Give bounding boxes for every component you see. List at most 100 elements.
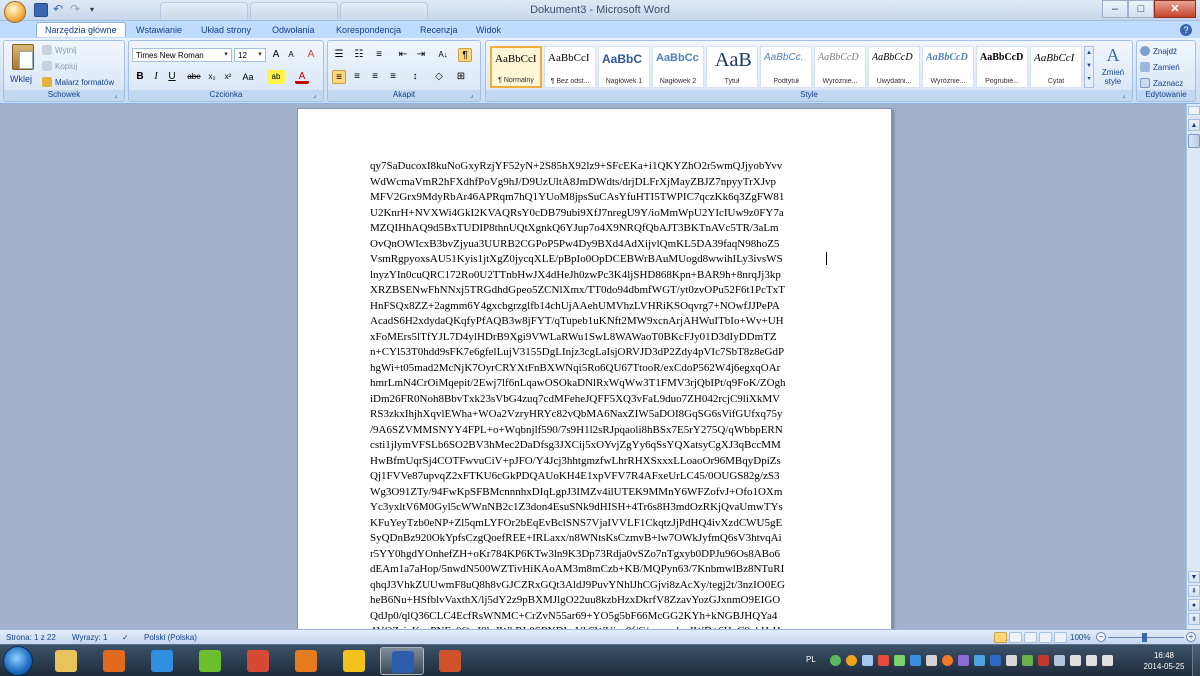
page-count[interactable]: Strona: 1 z 22 bbox=[6, 633, 56, 642]
proofing-icon[interactable]: ✓ bbox=[122, 633, 129, 642]
find-button[interactable]: Znajdź bbox=[1140, 45, 1177, 57]
document-line[interactable]: OvQnOWIcxB3bvZjyua3UURB2CGPoP5Pw4Dy9BXd4… bbox=[370, 237, 825, 253]
tray-icon[interactable] bbox=[878, 655, 889, 666]
style-strong[interactable]: AaBbCcD Pogrubie... bbox=[976, 46, 1028, 88]
cut-button[interactable]: Wytnij bbox=[42, 44, 77, 56]
full-screen-reading-button[interactable] bbox=[1009, 632, 1022, 643]
document-line[interactable]: xFoMErs5lTfYJL7D4ylHDrB9Xgi9VWLaRWu1SwL8… bbox=[370, 330, 825, 346]
shading-button[interactable]: ◇ bbox=[432, 70, 446, 84]
document-line[interactable]: KFuYeyTzb0eNP+Zl5qmLYFOr2bEqEvBclSNS7Vja… bbox=[370, 516, 825, 532]
signal-icon[interactable] bbox=[1054, 655, 1065, 666]
document-line[interactable]: WdWcmaVmR2hFXdhfPoVg9hJ/D9UzUltA8JmDWdts… bbox=[370, 175, 825, 191]
show-desktop-button[interactable] bbox=[1192, 645, 1200, 676]
word-count[interactable]: Wyrazy: 1 bbox=[72, 633, 108, 642]
tray-icon[interactable] bbox=[958, 655, 969, 666]
office-button[interactable] bbox=[4, 1, 26, 23]
chevron-down-icon[interactable]: ▾ bbox=[221, 49, 231, 61]
web-layout-button[interactable] bbox=[1024, 632, 1037, 643]
input-language[interactable]: PL bbox=[806, 655, 816, 664]
taskbar-app-explorer[interactable] bbox=[44, 647, 88, 675]
align-right-button[interactable]: ≡ bbox=[368, 70, 382, 84]
document-line[interactable]: n+CYl53T0hdd9sFK7e6gfelLujV3155DgLInjz3c… bbox=[370, 345, 825, 361]
tray-icon[interactable] bbox=[846, 655, 857, 666]
tray-icon[interactable] bbox=[974, 655, 985, 666]
paste-button[interactable]: Wklej bbox=[10, 74, 32, 84]
next-page-button[interactable]: ⇟ bbox=[1188, 613, 1200, 625]
scroll-up-button[interactable]: ▲ bbox=[1188, 119, 1200, 131]
taskbar-app-chrome[interactable] bbox=[236, 647, 280, 675]
align-left-button[interactable]: ≡ bbox=[332, 70, 346, 84]
zoom-slider-thumb[interactable] bbox=[1142, 633, 1147, 642]
strikethrough-button[interactable]: abe bbox=[185, 70, 203, 84]
style-subtitle[interactable]: AaBbCc. Podtytuł bbox=[760, 46, 812, 88]
dialog-launcher-icon[interactable]: ⌟ bbox=[470, 92, 478, 100]
styles-gallery-scroll[interactable]: ▲ ▼ ▾ bbox=[1084, 46, 1094, 88]
taskbar-app-media-player[interactable] bbox=[92, 647, 136, 675]
language-indicator[interactable]: Polski (Polska) bbox=[144, 633, 197, 642]
italic-button[interactable]: I bbox=[149, 70, 163, 84]
document-line[interactable]: Qj1FVVe87upvqZ2xFTKU6cGkPDQAUoKH4E1xpVFV… bbox=[370, 469, 825, 485]
view-ruler-button[interactable] bbox=[1188, 106, 1200, 115]
style-title[interactable]: AaB Tytuł bbox=[706, 46, 758, 88]
close-button[interactable]: ✕ bbox=[1154, 0, 1196, 18]
clear-formatting-button[interactable]: A bbox=[304, 48, 318, 62]
tray-icon[interactable] bbox=[830, 655, 841, 666]
taskbar-app-gadu[interactable] bbox=[332, 647, 376, 675]
multilevel-list-button[interactable]: ≡ bbox=[372, 48, 386, 62]
minimize-button[interactable]: – bbox=[1102, 0, 1128, 18]
dialog-launcher-icon[interactable]: ⌟ bbox=[114, 92, 122, 100]
clock[interactable]: 16:48 2014-05-25 bbox=[1136, 650, 1192, 672]
tray-icon[interactable] bbox=[894, 655, 905, 666]
style-heading-2[interactable]: AaBbCc Nagłówek 2 bbox=[652, 46, 704, 88]
tray-icon[interactable] bbox=[942, 655, 953, 666]
dialog-launcher-icon[interactable]: ⌟ bbox=[1122, 92, 1130, 100]
document-line[interactable]: hmrLmN4CrOiMqepit/2Ewj7lf6nLqawOSOkaDNlR… bbox=[370, 376, 825, 392]
zoom-out-button[interactable]: − bbox=[1096, 632, 1106, 642]
document-line[interactable]: iDm26FR0Noh8BbvTxk23sVbG4zuq7cdMFeheJQFF… bbox=[370, 392, 825, 408]
font-size-field[interactable]: 12 ▾ bbox=[234, 48, 266, 62]
vertical-scrollbar[interactable]: ▲ ▼ ⇞ ● ⇟ bbox=[1186, 104, 1200, 629]
taskbar-app-utorrent[interactable] bbox=[188, 647, 232, 675]
style-normal[interactable]: AaBbCcI ¶ Normalny bbox=[490, 46, 542, 88]
zoom-in-button[interactable]: + bbox=[1186, 632, 1196, 642]
scroll-thumb[interactable] bbox=[1188, 134, 1200, 148]
document-line[interactable]: MFV2Grx9MdyRbAr46APRqm7hQ1YUoM8jpsSuCAsY… bbox=[370, 190, 825, 206]
show-formatting-marks-button[interactable]: ¶ bbox=[458, 48, 472, 62]
zoom-level[interactable]: 100% bbox=[1070, 633, 1090, 642]
document-line[interactable]: QdJp0/qlQ36CLC4EcfRsWNMC+CrZvN55ar69+YO5… bbox=[370, 609, 825, 625]
document-line[interactable]: XRZBSENwFhNNxj5TRGdhdGpeo5ZCNlXmx/TT0do9… bbox=[370, 283, 825, 299]
sort-button[interactable]: A↓ bbox=[436, 48, 450, 62]
change-styles-button[interactable]: A Zmień style bbox=[1098, 45, 1128, 91]
document-line[interactable]: csti1jlymVFSLb6SO2BV3hMec2DaDfsg3JXCij5x… bbox=[370, 438, 825, 454]
document-page[interactable]: qy7SaDucoxI8kuNoGxyRzjYF52yN+2S85hX92lz9… bbox=[297, 108, 892, 629]
outline-view-button[interactable] bbox=[1039, 632, 1052, 643]
decrease-indent-button[interactable]: ⇤ bbox=[396, 48, 410, 62]
tab-insert[interactable]: Wstawianie bbox=[128, 23, 190, 38]
font-name-field[interactable]: Times New Roman ▾ bbox=[132, 48, 232, 62]
font-color-button[interactable]: A bbox=[295, 70, 309, 84]
document-line[interactable]: Yc3yxltV6M0Gyl5cWWnNB2c1Z3don4EsuSNk9dHI… bbox=[370, 500, 825, 516]
tab-home[interactable]: Narzędzia główne bbox=[36, 22, 126, 37]
taskbar-app-powerpoint[interactable] bbox=[428, 647, 472, 675]
shrink-font-button[interactable]: A bbox=[284, 48, 298, 62]
document-line[interactable]: VsmRgpyoxsAU51Kyis1jtXgZ0jycqXLE/pBpIo0O… bbox=[370, 252, 825, 268]
document-line[interactable]: Wg3O91ZTy/94FwKpSFBMcnnnhxDIqLgpJ3IMZv4i… bbox=[370, 485, 825, 501]
tray-icon[interactable] bbox=[910, 655, 921, 666]
format-painter-button[interactable]: Malarz formatów bbox=[42, 76, 114, 88]
document-line[interactable]: HwBfmUqrSj4COTFwvuCiV+pJFO/Y4Jcj3hhtgmzf… bbox=[370, 454, 825, 470]
underline-button[interactable]: U bbox=[165, 70, 179, 84]
paste-icon[interactable] bbox=[12, 44, 34, 70]
document-line[interactable]: HnFSQx8ZZ+2agmm6Y4gxcbgrzglfb14chUjAAehU… bbox=[370, 299, 825, 315]
style-no-spacing[interactable]: AaBbCcI ¶ Bez odst... bbox=[544, 46, 596, 88]
tray-icon[interactable] bbox=[862, 655, 873, 666]
document-line[interactable]: U2KnrH+NVXWi4GkI2KVAQRsY0cDB79ubi9XfJ7nr… bbox=[370, 206, 825, 222]
battery-icon[interactable] bbox=[1022, 655, 1033, 666]
change-case-button[interactable]: Aa bbox=[239, 70, 257, 84]
borders-button[interactable]: ⊞ bbox=[454, 70, 468, 84]
align-center-button[interactable]: ≡ bbox=[350, 70, 364, 84]
document-line[interactable]: dEAm1a7aHop/5nwdN500WZTivHiKAoAM3m8mCzb+… bbox=[370, 562, 825, 578]
replace-button[interactable]: Zamień bbox=[1140, 61, 1180, 73]
highlight-button[interactable]: ab bbox=[267, 70, 285, 84]
copy-button[interactable]: Kopiuj bbox=[42, 60, 77, 72]
document-line[interactable]: qy7SaDucoxI8kuNoGxyRzjYF52yN+2S85hX92lz9… bbox=[370, 159, 825, 175]
